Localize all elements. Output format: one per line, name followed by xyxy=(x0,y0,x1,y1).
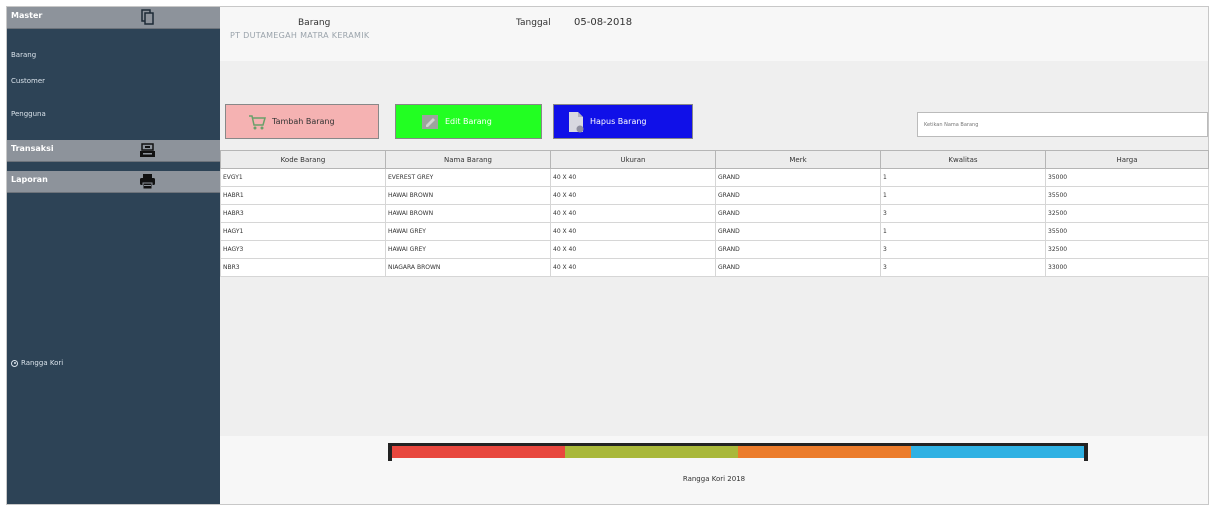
table-row[interactable]: HABR3 HAWAI BROWN 40 X 40 GRAND 3 32500 xyxy=(220,204,1209,223)
table-row[interactable]: HABR1 HAWAI BROWN 40 X 40 GRAND 1 35500 xyxy=(220,186,1209,205)
cell-merk[interactable]: GRAND xyxy=(715,258,881,277)
cell-harga[interactable]: 32500 xyxy=(1045,204,1209,223)
delete-document-icon xyxy=(569,111,584,132)
cell-merk[interactable]: GRAND xyxy=(715,240,881,259)
column-header[interactable]: Harga xyxy=(1045,150,1209,169)
column-header[interactable]: Kode Barang xyxy=(220,150,386,169)
column-header[interactable]: Nama Barang xyxy=(385,150,551,169)
printer-icon xyxy=(140,174,155,190)
items-table: Kode Barang Nama Barang Ukuran Merk Kwal… xyxy=(220,150,1209,277)
cell-kwalitas[interactable]: 1 xyxy=(880,186,1046,205)
sidebar-section-label: Transaksi xyxy=(11,144,54,153)
date-value: 05-08-2018 xyxy=(574,17,633,28)
page-header: Barang PT DUTAMEGAH MATRA KERAMIK Tangga… xyxy=(220,7,1208,61)
edit-icon xyxy=(422,114,438,129)
cell-kwalitas[interactable]: 3 xyxy=(880,204,1046,223)
cell-merk[interactable]: GRAND xyxy=(715,204,881,223)
table-row[interactable]: NBR3 NIAGARA BROWN 40 X 40 GRAND 3 33000 xyxy=(220,258,1209,277)
footer-credit: Rangga Kori 2018 xyxy=(682,475,746,483)
cell-merk[interactable]: GRAND xyxy=(715,168,881,187)
cell-merk[interactable]: GRAND xyxy=(715,222,881,241)
cell-kwalitas[interactable]: 3 xyxy=(880,240,1046,259)
cell-harga[interactable]: 35500 xyxy=(1045,222,1209,241)
cell-ukuran[interactable]: 40 X 40 xyxy=(550,222,716,241)
add-item-label: Tambah Barang xyxy=(272,117,335,126)
sidebar-section-transaksi[interactable]: Transaksi xyxy=(7,140,220,162)
sidebar-section-label: Laporan xyxy=(11,175,48,184)
color-segment-blue xyxy=(911,446,1084,458)
cell-ukuran[interactable]: 40 X 40 xyxy=(550,240,716,259)
table-row[interactable]: HAGY3 HAWAI GREY 40 X 40 GRAND 3 32500 xyxy=(220,240,1209,259)
cell-nama[interactable]: HAWAI BROWN xyxy=(385,204,551,223)
cell-ukuran[interactable]: 40 X 40 xyxy=(550,204,716,223)
sidebar-item-pengguna[interactable]: Pengguna xyxy=(11,110,46,118)
sidebar-section-master[interactable]: Master xyxy=(7,7,220,29)
cell-kode[interactable]: EVGY1 xyxy=(220,168,386,187)
page-title: Barang xyxy=(298,18,331,28)
cell-kwalitas[interactable]: 1 xyxy=(880,168,1046,187)
sidebar-section-label: Master xyxy=(11,11,43,20)
app-window: Master Barang Customer Pengguna Transaks… xyxy=(6,6,1209,505)
cart-icon xyxy=(249,114,266,129)
delete-item-label: Hapus Barang xyxy=(590,117,647,126)
table-header-row: Kode Barang Nama Barang Ukuran Merk Kwal… xyxy=(220,150,1209,169)
cash-register-icon xyxy=(140,143,155,157)
company-name: PT DUTAMEGAH MATRA KERAMIK xyxy=(230,31,370,40)
column-header[interactable]: Merk xyxy=(715,150,881,169)
cell-nama[interactable]: HAWAI GREY xyxy=(385,240,551,259)
color-segment-red xyxy=(392,446,565,458)
column-header[interactable]: Kwalitas xyxy=(880,150,1046,169)
sidebar-item-barang[interactable]: Barang xyxy=(11,51,36,59)
cell-kode[interactable]: NBR3 xyxy=(220,258,386,277)
delete-item-button[interactable]: Hapus Barang xyxy=(553,104,693,139)
copy-icon xyxy=(141,9,154,25)
cell-kode[interactable]: HAGY3 xyxy=(220,240,386,259)
cell-nama[interactable]: NIAGARA BROWN xyxy=(385,258,551,277)
cell-kode[interactable]: HABR1 xyxy=(220,186,386,205)
user-icon xyxy=(11,359,18,367)
search-input[interactable] xyxy=(917,112,1208,137)
cell-harga[interactable]: 35000 xyxy=(1045,168,1209,187)
footer-color-bar xyxy=(388,443,1088,461)
sidebar-item-customer[interactable]: Customer xyxy=(11,77,45,85)
current-user: Rangga Kori xyxy=(11,359,63,367)
date-label: Tanggal xyxy=(516,18,551,28)
cell-nama[interactable]: HAWAI BROWN xyxy=(385,186,551,205)
sidebar-section-laporan[interactable]: Laporan xyxy=(7,171,220,193)
table-row[interactable]: EVGY1 EVEREST GREY 40 X 40 GRAND 1 35000 xyxy=(220,168,1209,187)
color-segment-orange xyxy=(738,446,911,458)
add-item-button[interactable]: Tambah Barang xyxy=(225,104,379,139)
cell-harga[interactable]: 33000 xyxy=(1045,258,1209,277)
color-segment-olive xyxy=(565,446,738,458)
cell-kwalitas[interactable]: 1 xyxy=(880,222,1046,241)
table-row[interactable]: HAGY1 HAWAI GREY 40 X 40 GRAND 1 35500 xyxy=(220,222,1209,241)
cell-ukuran[interactable]: 40 X 40 xyxy=(550,186,716,205)
current-user-name: Rangga Kori xyxy=(21,359,64,367)
cell-kode[interactable]: HABR3 xyxy=(220,204,386,223)
cell-kode[interactable]: HAGY1 xyxy=(220,222,386,241)
cell-harga[interactable]: 32500 xyxy=(1045,240,1209,259)
sidebar: Master Barang Customer Pengguna Transaks… xyxy=(7,7,220,504)
edit-item-label: Edit Barang xyxy=(445,117,492,126)
cell-nama[interactable]: HAWAI GREY xyxy=(385,222,551,241)
cell-harga[interactable]: 35500 xyxy=(1045,186,1209,205)
cell-kwalitas[interactable]: 3 xyxy=(880,258,1046,277)
column-header[interactable]: Ukuran xyxy=(550,150,716,169)
color-bar-segments xyxy=(392,446,1084,458)
cell-merk[interactable]: GRAND xyxy=(715,186,881,205)
cell-ukuran[interactable]: 40 X 40 xyxy=(550,258,716,277)
main-content: Barang PT DUTAMEGAH MATRA KERAMIK Tangga… xyxy=(220,7,1209,504)
edit-item-button[interactable]: Edit Barang xyxy=(395,104,542,139)
cell-nama[interactable]: EVEREST GREY xyxy=(385,168,551,187)
cell-ukuran[interactable]: 40 X 40 xyxy=(550,168,716,187)
